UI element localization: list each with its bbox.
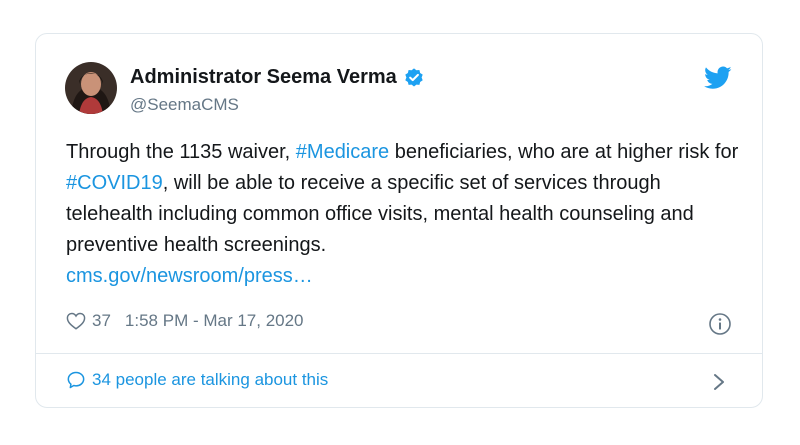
tweet-text: Through the 1135 waiver, #Medicare benef… [66, 137, 746, 292]
tweet-timestamp[interactable]: 1:58 PM - Mar 17, 2020 [125, 311, 304, 331]
chevron-right-icon[interactable] [712, 372, 726, 392]
info-icon[interactable] [708, 312, 732, 336]
press-link[interactable]: cms.gov/newsroom/press… [66, 265, 313, 287]
hashtag-covid19-link[interactable]: #COVID19 [66, 172, 163, 194]
tweet-text-part: Through the 1135 waiver, [66, 141, 296, 163]
talking-label[interactable]: 34 people are talking about this [92, 370, 328, 390]
like-count[interactable]: 37 [92, 311, 111, 331]
tweet-meta: 37 1:58 PM - Mar 17, 2020 [66, 311, 304, 331]
author-handle[interactable]: @SeemaCMS [130, 95, 239, 115]
hashtag-medicare-link[interactable]: #Medicare [296, 141, 389, 163]
footer-divider [36, 353, 762, 354]
verified-badge-icon [405, 67, 423, 87]
heart-icon[interactable] [66, 312, 86, 330]
tweet-text-part: beneficiaries, who are at higher risk fo… [389, 141, 739, 163]
tweet-card: Administrator Seema Verma @SeemaCMS Thro… [35, 33, 763, 408]
twitter-bird-icon[interactable] [704, 66, 732, 90]
speech-bubble-icon [67, 371, 85, 389]
talking-link[interactable]: 34 people are talking about this [66, 370, 328, 390]
avatar[interactable] [65, 62, 117, 114]
author-name-row[interactable]: Administrator Seema Verma [130, 66, 425, 89]
author-name[interactable]: Administrator Seema Verma [130, 66, 397, 89]
